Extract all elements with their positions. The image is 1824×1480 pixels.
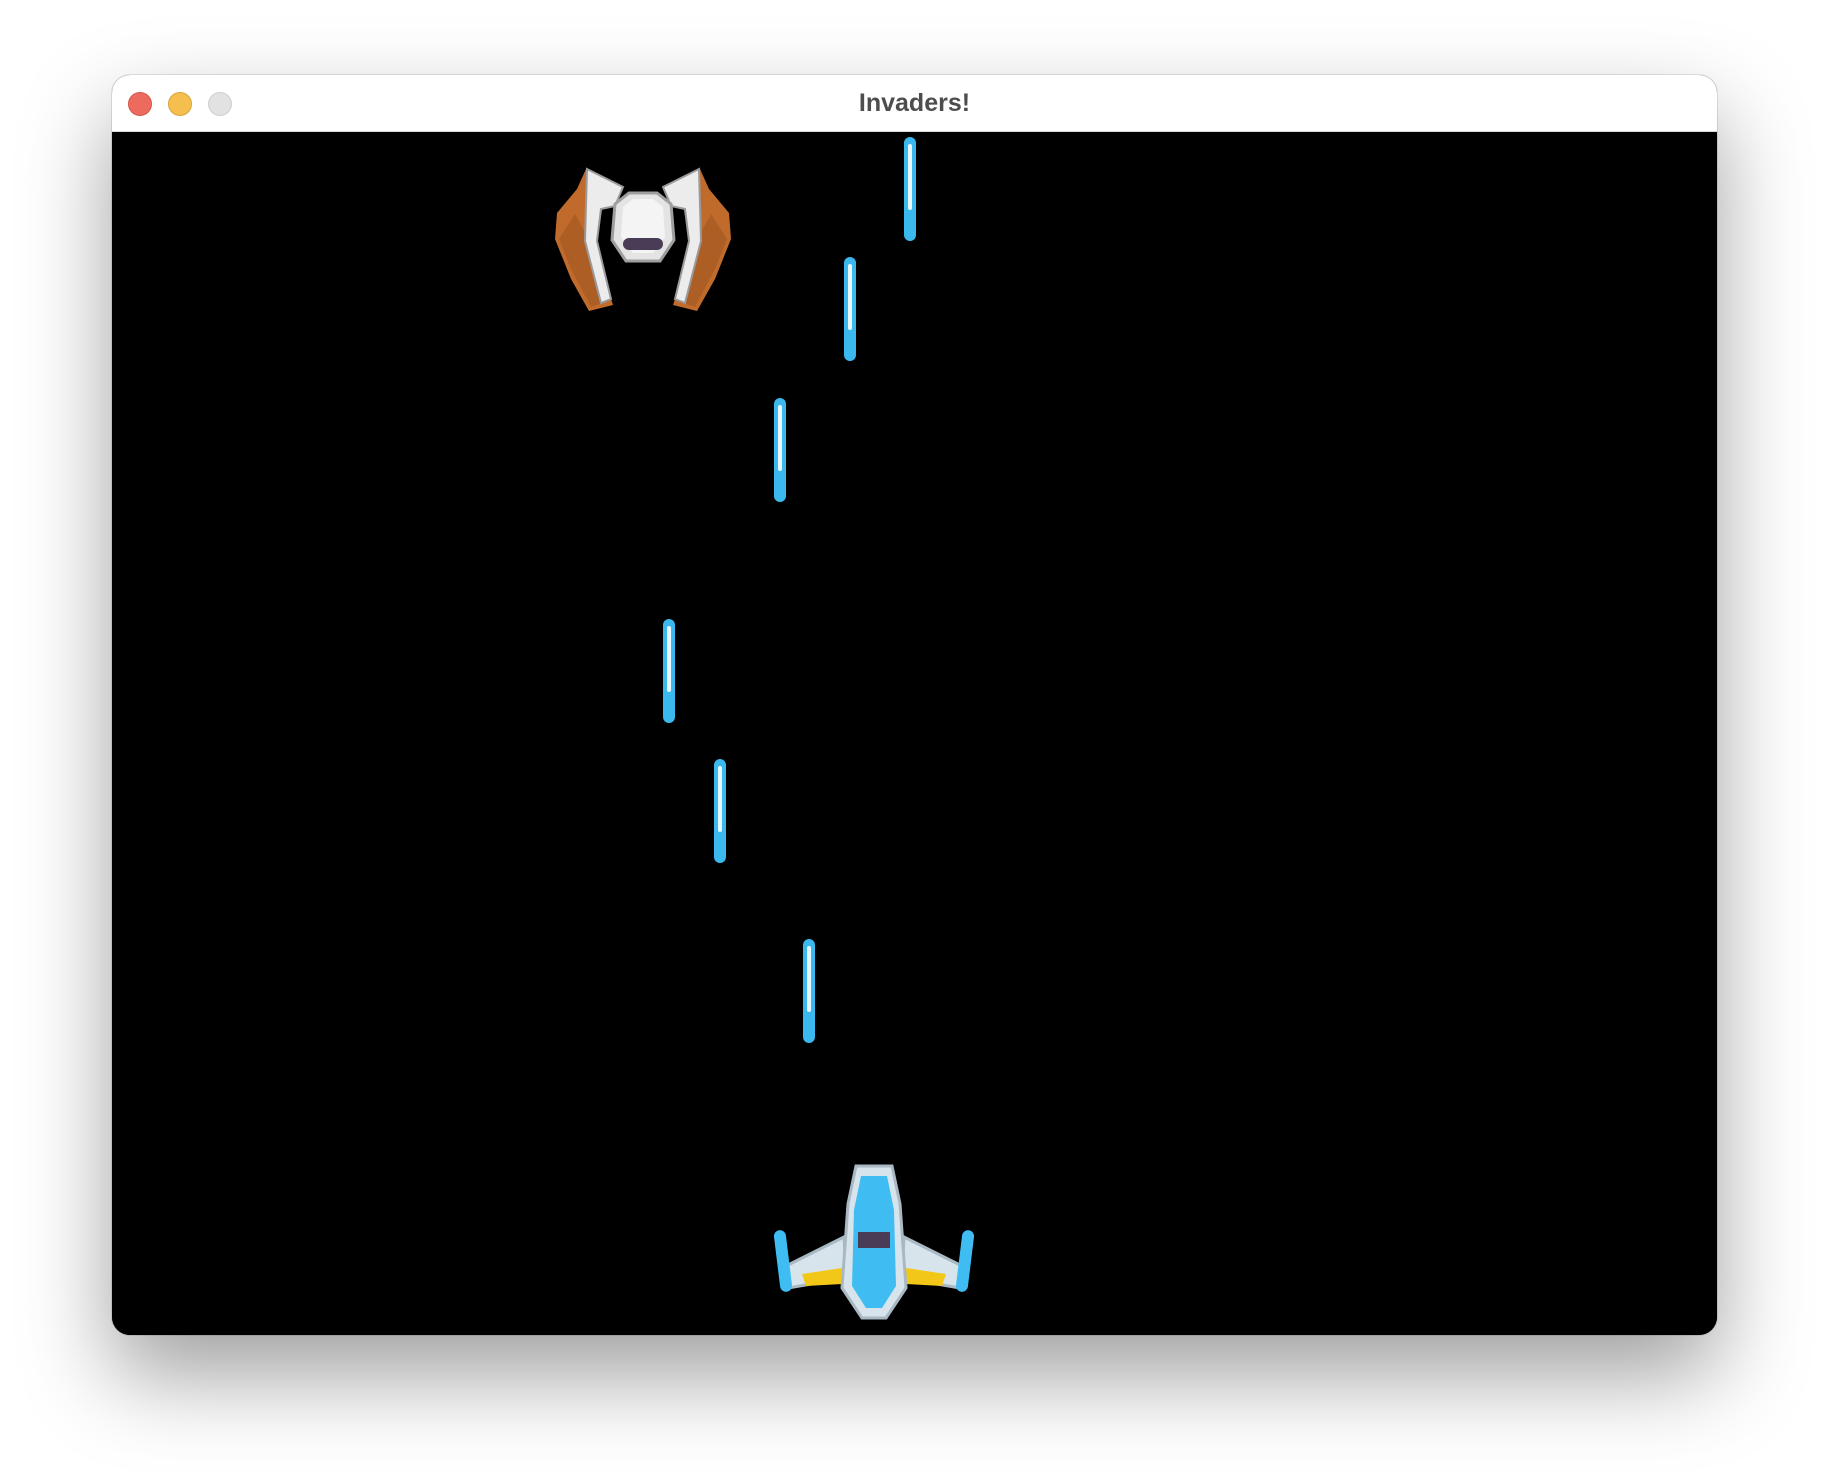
laser-bolt-icon <box>663 619 675 723</box>
window-title: Invaders! <box>858 89 971 117</box>
title-bar: Invaders! <box>112 75 1717 132</box>
laser-bolt-icon <box>714 759 726 863</box>
laser-bolt-icon <box>904 137 916 241</box>
game-canvas[interactable] <box>112 132 1717 1335</box>
laser-bolt-icon <box>844 257 856 361</box>
game-window: Invaders! <box>112 75 1717 1335</box>
player-ship-icon <box>774 1164 974 1320</box>
laser-bolt-icon <box>803 939 815 1043</box>
laser-bolt-icon <box>774 398 786 502</box>
enemy-ship-icon <box>555 167 731 311</box>
